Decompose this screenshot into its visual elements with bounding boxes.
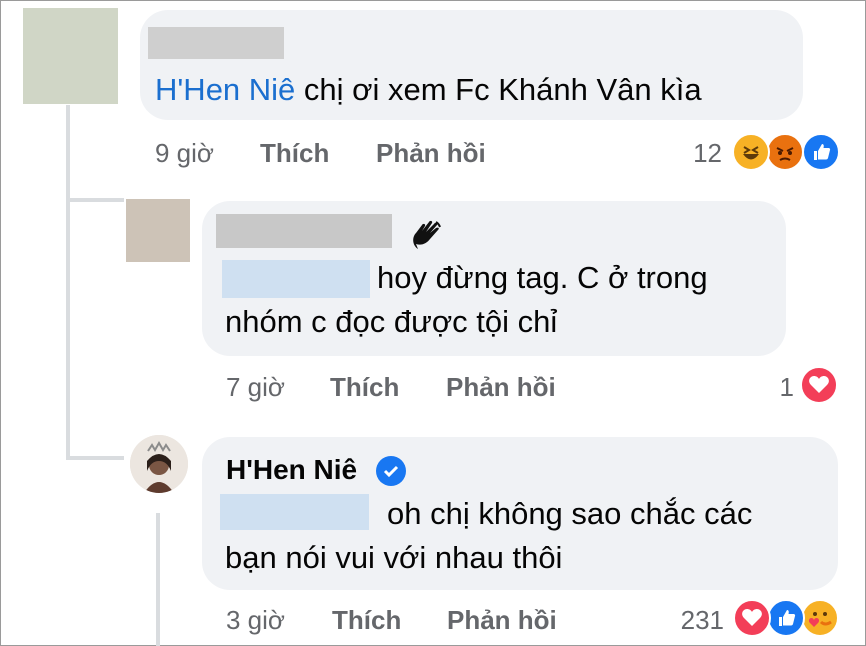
comment-text-line2: bạn nói vui với nhau thôi bbox=[225, 540, 563, 575]
reaction-summary[interactable] bbox=[732, 133, 842, 173]
comment-text-body: chị ơi xem Fc Khánh Vân kìa bbox=[295, 72, 702, 107]
avatar[interactable] bbox=[130, 435, 188, 493]
mention-link[interactable]: H'Hen Niê bbox=[155, 72, 295, 107]
comment-time[interactable]: 3 giờ bbox=[226, 605, 285, 636]
reaction-count[interactable]: 1 bbox=[760, 372, 794, 403]
redacted-author-name bbox=[216, 214, 392, 248]
thread-line bbox=[66, 105, 70, 460]
reaction-summary[interactable] bbox=[800, 366, 844, 406]
redacted-mention bbox=[220, 494, 369, 530]
redacted-mention bbox=[222, 260, 370, 298]
comment-text-line2: nhóm c đọc được tội chỉ bbox=[225, 304, 558, 339]
reaction-count[interactable]: 231 bbox=[660, 605, 724, 636]
waving-hand-icon bbox=[402, 217, 450, 255]
redacted-author-name bbox=[148, 27, 284, 59]
comment-author-name[interactable]: H'Hen Niê bbox=[226, 454, 357, 486]
thread-line-branch bbox=[66, 456, 124, 460]
avatar[interactable] bbox=[126, 199, 190, 262]
haha-icon bbox=[732, 133, 770, 171]
reply-button[interactable]: Phản hồi bbox=[446, 372, 556, 403]
comment-time[interactable]: 9 giờ bbox=[155, 138, 214, 169]
care-icon bbox=[801, 599, 839, 637]
love-icon bbox=[733, 599, 771, 637]
like-icon bbox=[767, 599, 805, 637]
reaction-count[interactable]: 12 bbox=[680, 138, 722, 169]
reaction-summary[interactable] bbox=[733, 599, 843, 639]
comment-text-line1: hoy đừng tag. C ở trong bbox=[377, 260, 708, 295]
reply-button[interactable]: Phản hồi bbox=[376, 138, 486, 169]
verified-badge-icon bbox=[376, 456, 406, 486]
like-button[interactable]: Thích bbox=[330, 372, 399, 403]
angry-icon bbox=[766, 133, 804, 171]
reply-button[interactable]: Phản hồi bbox=[447, 605, 557, 636]
thread-line-branch bbox=[66, 198, 124, 202]
comment-text-line1: oh chị không sao chắc các bbox=[387, 496, 753, 531]
thread-line-reply bbox=[156, 513, 160, 646]
comment-time[interactable]: 7 giờ bbox=[226, 372, 285, 403]
love-icon bbox=[800, 366, 838, 404]
like-button[interactable]: Thích bbox=[260, 138, 329, 169]
like-button[interactable]: Thích bbox=[332, 605, 401, 636]
like-icon bbox=[802, 133, 840, 171]
comment-text: H'Hen Niê chị ơi xem Fc Khánh Vân kìa bbox=[155, 68, 702, 112]
avatar[interactable] bbox=[23, 8, 118, 104]
